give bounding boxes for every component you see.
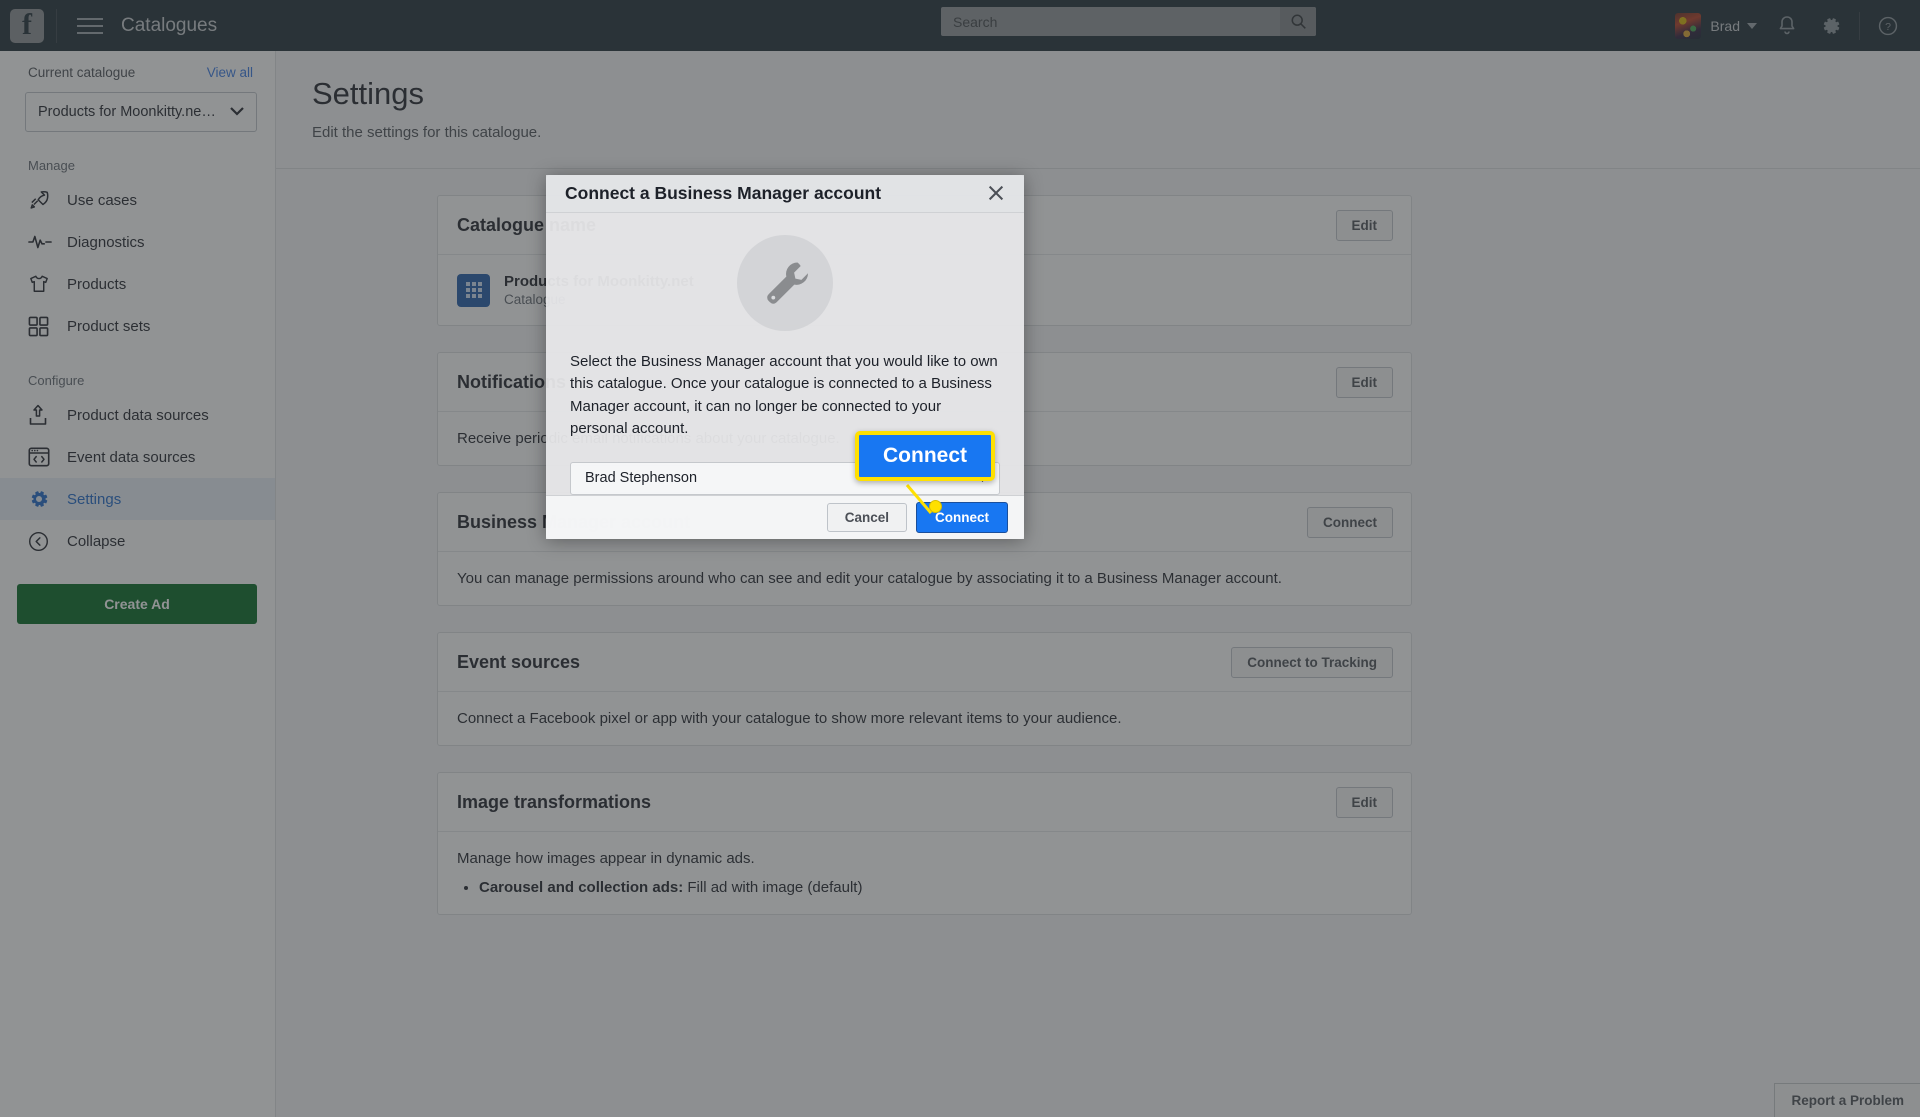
wrench-icon xyxy=(737,234,833,331)
dialog-header: Connect a Business Manager account xyxy=(546,175,1024,213)
dialog-title: Connect a Business Manager account xyxy=(565,182,882,203)
callout-target-dot xyxy=(929,500,942,513)
close-icon[interactable] xyxy=(985,182,1007,204)
cancel-button[interactable]: Cancel xyxy=(826,502,907,532)
connect-callout: Connect xyxy=(855,431,995,481)
callout-pointer-line xyxy=(905,484,933,514)
app-root: f Catalogues Brad xyxy=(0,0,1920,1117)
dialog-description: Select the Business Manager account that… xyxy=(570,352,998,438)
business-manager-select-value: Brad Stephenson xyxy=(585,470,698,487)
modal-overlay[interactable] xyxy=(0,0,1920,1117)
